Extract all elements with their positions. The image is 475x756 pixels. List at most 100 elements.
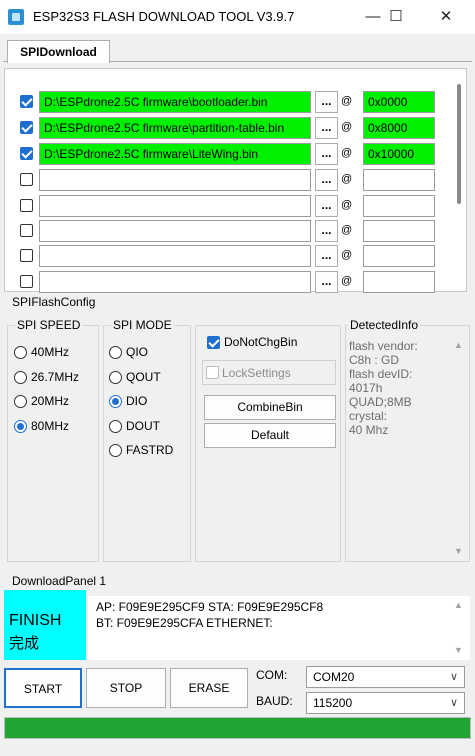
radio-icon: [14, 346, 27, 359]
file-row: D:\ESPdrone2.5C firmware\bootloader.bin.…: [20, 91, 440, 113]
at-sign: @: [341, 95, 353, 107]
radio-icon: [109, 346, 122, 359]
row-checkbox[interactable]: [20, 95, 33, 108]
browse-button[interactable]: ...: [315, 117, 338, 139]
spi-mode-radio[interactable]: DIO: [109, 393, 189, 411]
at-sign: @: [341, 121, 353, 133]
browse-button[interactable]: ...: [315, 245, 338, 267]
spi-mode-radio[interactable]: QIO: [109, 344, 189, 362]
default-button[interactable]: Default: [204, 423, 336, 448]
spi-mode-radio[interactable]: FASTRD: [109, 442, 189, 460]
file-row: D:\ESPdrone2.5C firmware\partition-table…: [20, 117, 440, 139]
address-input[interactable]: [363, 195, 435, 217]
window-title: ESP32S3 FLASH DOWNLOAD TOOL V3.9.7: [33, 9, 295, 24]
checkbox-icon: [207, 336, 220, 349]
spi-mode-option-label: FASTRD: [126, 443, 174, 457]
browse-button[interactable]: ...: [315, 143, 338, 165]
chevron-down-icon: ∨: [449, 671, 458, 683]
maximize-button[interactable]: ☐: [373, 0, 419, 34]
address-input[interactable]: 0x8000: [363, 117, 435, 139]
spi-speed-radio[interactable]: 80MHz: [14, 418, 94, 436]
at-sign: @: [341, 249, 353, 261]
address-input[interactable]: [363, 271, 435, 293]
spi-speed-label: SPI SPEED: [15, 318, 83, 332]
file-path-input[interactable]: D:\ESPdrone2.5C firmware\partition-table…: [39, 117, 311, 139]
app-icon: [8, 9, 24, 25]
file-path-input[interactable]: [39, 271, 311, 293]
row-checkbox[interactable]: [20, 121, 33, 134]
radio-icon: [14, 395, 27, 408]
checkbox-icon: [206, 366, 219, 379]
scroll-down-icon[interactable]: ▼: [454, 645, 463, 655]
do-not-chg-bin-label: DoNotChgBin: [224, 335, 298, 349]
at-sign: @: [341, 224, 353, 236]
progress-fill: [5, 718, 470, 738]
spi-speed-radio[interactable]: 20MHz: [14, 393, 94, 411]
spi-mode-radio[interactable]: QOUT: [109, 369, 189, 387]
title-bar: ESP32S3 FLASH DOWNLOAD TOOL V3.9.7 — ☐ ✕: [0, 0, 475, 34]
spi-flash-config-label: SPIFlashConfig: [10, 295, 98, 309]
spi-speed-option-label: 20MHz: [31, 394, 70, 408]
address-input[interactable]: [363, 169, 435, 191]
address-input[interactable]: [363, 245, 435, 267]
file-row: ... @: [20, 195, 440, 217]
baud-label: BAUD:: [256, 694, 293, 708]
radio-icon: [14, 419, 27, 433]
row-checkbox[interactable]: [20, 224, 33, 237]
detected-info-label: DetectedInfo: [348, 318, 421, 332]
row-checkbox[interactable]: [20, 249, 33, 262]
at-sign: @: [341, 199, 353, 211]
file-path-input[interactable]: D:\ESPdrone2.5C firmware\LiteWing.bin: [39, 143, 311, 165]
close-button[interactable]: ✕: [423, 0, 469, 34]
info-line-1: AP: F09E9E295CF9 STA: F09E9E295CF8: [96, 600, 324, 614]
file-path-input[interactable]: [39, 245, 311, 267]
spi-speed-radio[interactable]: 26.7MHz: [14, 369, 94, 387]
baud-select[interactable]: 115200 ∨: [306, 692, 465, 714]
browse-button[interactable]: ...: [315, 220, 338, 242]
file-path-input[interactable]: [39, 195, 311, 217]
row-checkbox[interactable]: [20, 147, 33, 160]
browse-button[interactable]: ...: [315, 271, 338, 293]
address-input[interactable]: 0x0000: [363, 91, 435, 113]
detected-info-text: flash vendor: C8h : GD flash devID: 4017…: [349, 339, 418, 437]
file-row: D:\ESPdrone2.5C firmware\LiteWing.bin...…: [20, 143, 440, 165]
file-path-input[interactable]: D:\ESPdrone2.5C firmware\bootloader.bin: [39, 91, 311, 113]
file-path-input[interactable]: [39, 169, 311, 191]
address-input[interactable]: [363, 220, 435, 242]
com-select[interactable]: COM20 ∨: [306, 666, 465, 688]
spi-mode-option-label: QIO: [126, 345, 149, 359]
scroll-down-icon[interactable]: ▼: [454, 546, 463, 556]
spi-mode-option-label: DIO: [126, 394, 148, 408]
file-list-scrollbar[interactable]: [453, 70, 465, 288]
browse-button[interactable]: ...: [315, 169, 338, 191]
row-checkbox[interactable]: [20, 173, 33, 186]
scrollbar-thumb[interactable]: [457, 84, 461, 204]
lock-settings-label: LockSettings: [222, 366, 291, 380]
browse-button[interactable]: ...: [315, 91, 338, 113]
lock-settings-checkbox[interactable]: LockSettings: [202, 360, 336, 385]
file-path-input[interactable]: [39, 220, 311, 242]
baud-value: 115200: [313, 696, 353, 710]
spi-speed-option-label: 40MHz: [31, 345, 70, 359]
row-checkbox[interactable]: [20, 199, 33, 212]
row-checkbox[interactable]: [20, 275, 33, 288]
scroll-up-icon[interactable]: ▲: [454, 340, 463, 350]
radio-icon: [109, 370, 122, 384]
stop-button[interactable]: STOP: [86, 668, 166, 708]
spi-speed-radio[interactable]: 40MHz: [14, 344, 94, 362]
start-button[interactable]: START: [4, 668, 82, 708]
at-sign: @: [341, 275, 353, 287]
spi-mode-option-label: DOUT: [126, 418, 160, 433]
com-label: COM:: [256, 668, 288, 682]
erase-button[interactable]: ERASE: [170, 668, 248, 708]
at-sign: @: [341, 173, 353, 185]
address-input[interactable]: 0x10000: [363, 143, 435, 165]
scroll-up-icon[interactable]: ▲: [454, 600, 463, 610]
do-not-chg-bin-checkbox[interactable]: DoNotChgBin: [205, 330, 336, 354]
spi-mode-radio[interactable]: DOUT: [109, 418, 189, 436]
tab-spidownload[interactable]: SPIDownload: [7, 40, 110, 63]
radio-icon: [14, 370, 27, 384]
file-row: ... @: [20, 220, 440, 242]
combine-bin-button[interactable]: CombineBin: [204, 395, 336, 420]
browse-button[interactable]: ...: [315, 195, 338, 217]
